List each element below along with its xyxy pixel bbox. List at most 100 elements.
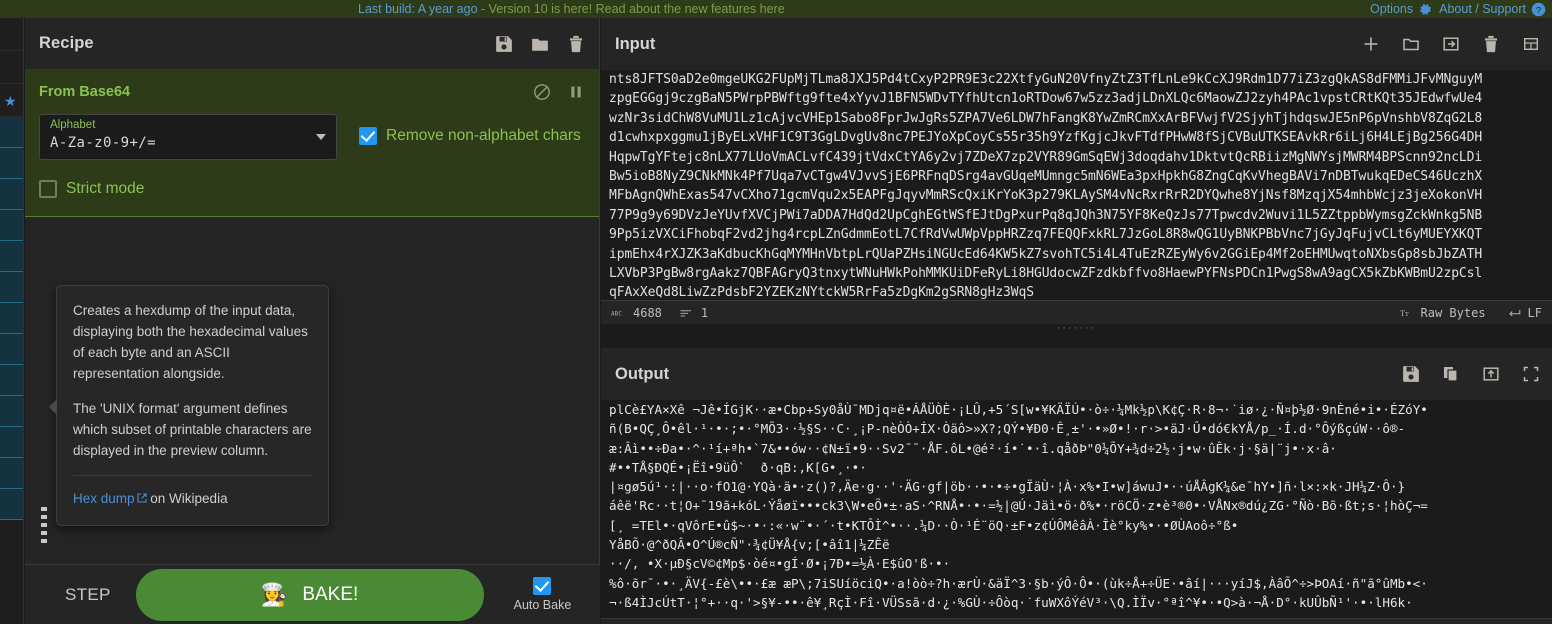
banner-version-text[interactable]: Version 10 is here! Read about the new f… (489, 2, 785, 16)
ops-category-favourites[interactable]: ★ (0, 84, 23, 117)
clear-recipe-trash-icon[interactable] (567, 35, 585, 53)
star-icon: ★ (4, 93, 17, 109)
recipe-operation[interactable]: From Base64 Alphabet A-Za-z0-9+/= Remove… (25, 70, 599, 217)
input-title: Input (615, 34, 656, 53)
pause-breakpoint-icon[interactable] (567, 83, 585, 101)
options-link[interactable]: Options (1370, 0, 1433, 18)
input-eol-control[interactable]: LF (1501, 306, 1548, 320)
hex-dump-link-text: Hex dump (73, 491, 135, 506)
remove-non-alphabet-chars-checkbox[interactable]: Remove non-alphabet chars (359, 127, 581, 145)
copy-output-icon[interactable] (1442, 365, 1460, 383)
reset-layout-icon[interactable] (1522, 35, 1540, 53)
remove-non-alphabet-chars-label: Remove non-alphabet chars (386, 127, 581, 144)
gear-icon (1420, 3, 1432, 15)
input-textarea[interactable]: nts8JFTS0aD2e0mgeUKG2FUpMjTLma8JXJ5Pd4tC… (601, 70, 1552, 308)
input-length-value: 4688 (633, 305, 662, 320)
input-status-bar: ABC 4688 1 Tт Raw Bytes LF (601, 300, 1552, 324)
open-file-folder-icon[interactable] (1402, 35, 1420, 53)
output-status-bar: ABC 3516 14 8ms Tт Raw Bytes (601, 618, 1552, 624)
recipe-drag-handle[interactable] (41, 507, 47, 545)
ops-search-box[interactable] (0, 18, 23, 51)
operations-sidebar[interactable]: ★ (0, 18, 24, 624)
alphabet-value: A-Za-z0-9+/= (50, 135, 156, 151)
svg-text:ABC: ABC (611, 310, 622, 317)
external-link-icon (136, 493, 147, 503)
output-scrollbar[interactable] (1547, 400, 1552, 618)
svg-text:?: ? (1536, 5, 1541, 15)
step-button[interactable]: STEP (65, 585, 111, 605)
alphabet-field[interactable]: Alphabet A-Za-z0-9+/= (39, 114, 337, 160)
ops-list-item[interactable] (0, 489, 23, 520)
font-icon: Tт (1400, 309, 1409, 318)
recipe-pane: Recipe From Base64 Alphabet A-Za-z0-9+/=… (25, 18, 600, 624)
ops-list-item[interactable] (0, 334, 23, 365)
top-banner: Last build: A year ago - Version 10 is h… (0, 0, 1552, 18)
ops-list-item[interactable] (0, 148, 23, 179)
output-textarea[interactable]: plCè£YA×Xê ¬Jê•ÍGjK··æ•Cbp+Sy0åÙ¯MDjq¤ë•… (601, 400, 1552, 618)
save-recipe-icon[interactable] (495, 35, 513, 53)
tooltip-arrow (49, 399, 57, 415)
input-status-right: Tт Raw Bytes LF (1394, 306, 1548, 320)
clear-io-trash-icon[interactable] (1482, 35, 1500, 53)
recipe-controls-bar: STEP 👩‍🍳 BAKE! Auto Bake (25, 564, 600, 624)
load-recipe-folder-icon[interactable] (531, 35, 549, 53)
save-output-icon[interactable] (1402, 365, 1420, 383)
svg-text:Tт: Tт (1400, 309, 1409, 318)
recipe-title-bar: Recipe (25, 18, 599, 70)
ops-list-item[interactable] (0, 272, 23, 303)
open-folder-as-input-icon[interactable] (1442, 35, 1460, 53)
checkbox-checked-icon[interactable] (359, 127, 377, 145)
ops-list-item[interactable] (0, 117, 23, 148)
auto-bake-toggle[interactable]: Auto Bake (514, 577, 571, 612)
ops-category-header[interactable] (0, 51, 23, 84)
input-header-icons (1362, 18, 1540, 70)
input-encoding-control[interactable]: Tт Raw Bytes (1394, 306, 1492, 320)
add-tab-icon[interactable] (1362, 35, 1380, 53)
banner-message: Last build: A year ago - Version 10 is h… (358, 0, 785, 18)
io-splitter[interactable]: ······· (601, 323, 1552, 338)
lines-icon (680, 309, 691, 317)
replace-input-with-output-icon[interactable] (1482, 365, 1500, 383)
strict-mode-checkbox[interactable]: Strict mode (39, 180, 585, 198)
maximise-output-icon[interactable] (1522, 365, 1540, 383)
last-build-link[interactable]: Last build: A year ago - (358, 2, 489, 16)
input-title-bar: Input (601, 18, 1552, 70)
bake-button-label: BAKE! (302, 583, 359, 605)
checkbox-checked-icon[interactable] (533, 577, 552, 595)
tooltip-paragraph-2: The 'UNIX format' argument defines which… (73, 401, 312, 458)
about-support-label: About / Support (1439, 2, 1526, 16)
input-pane: Input nts8JFTS0aD2e0mgeUKG2FUpMjTLma8JXJ… (601, 18, 1552, 324)
about-support-link[interactable]: About / Support ? (1439, 0, 1546, 18)
abc-icon: ABC (611, 310, 622, 317)
chevron-down-icon[interactable] (316, 134, 326, 140)
operation-header: From Base64 (25, 70, 599, 114)
recipe-operation-list[interactable]: From Base64 Alphabet A-Za-z0-9+/= Remove… (25, 70, 599, 564)
banner-right-links: Options About / Support ? (1370, 0, 1546, 18)
output-title-bar: Output (601, 348, 1552, 400)
ops-list-item[interactable] (0, 458, 23, 489)
help-circle-icon: ? (1531, 2, 1546, 16)
operation-name: From Base64 (39, 84, 131, 100)
ops-list-item[interactable] (0, 396, 23, 427)
ops-list-item[interactable] (0, 179, 23, 210)
strict-mode-label: Strict mode (66, 180, 145, 197)
output-header-icons (1402, 348, 1540, 400)
disable-operation-icon[interactable] (533, 83, 551, 101)
input-encoding-value: Raw Bytes (1420, 305, 1486, 320)
bake-button[interactable]: 👩‍🍳 BAKE! (135, 568, 484, 621)
recipe-title-icons (495, 18, 585, 70)
io-column: Input nts8JFTS0aD2e0mgeUKG2FUpMjTLma8JXJ… (601, 18, 1552, 624)
ops-list-item[interactable] (0, 210, 23, 241)
ops-list-item[interactable] (0, 365, 23, 396)
ops-list-item[interactable] (0, 427, 23, 458)
checkbox-unchecked-icon[interactable] (39, 180, 57, 198)
ops-list-item[interactable] (0, 303, 23, 334)
output-title: Output (615, 364, 670, 383)
input-eol-value: LF (1527, 305, 1542, 320)
operation-description-tooltip: Creates a hexdump of the input data, dis… (49, 285, 329, 526)
operation-arguments: Alphabet A-Za-z0-9+/= Remove non-alphabe… (25, 114, 599, 160)
hex-dump-wikipedia-link[interactable]: Hex dump (73, 491, 147, 506)
ops-list-item[interactable] (0, 241, 23, 272)
options-label: Options (1370, 2, 1414, 16)
output-pane: Output plCè£YA×Xê ¬Jê•ÍGjK··æ•Cbp+Sy0åÙ¯… (601, 348, 1552, 624)
